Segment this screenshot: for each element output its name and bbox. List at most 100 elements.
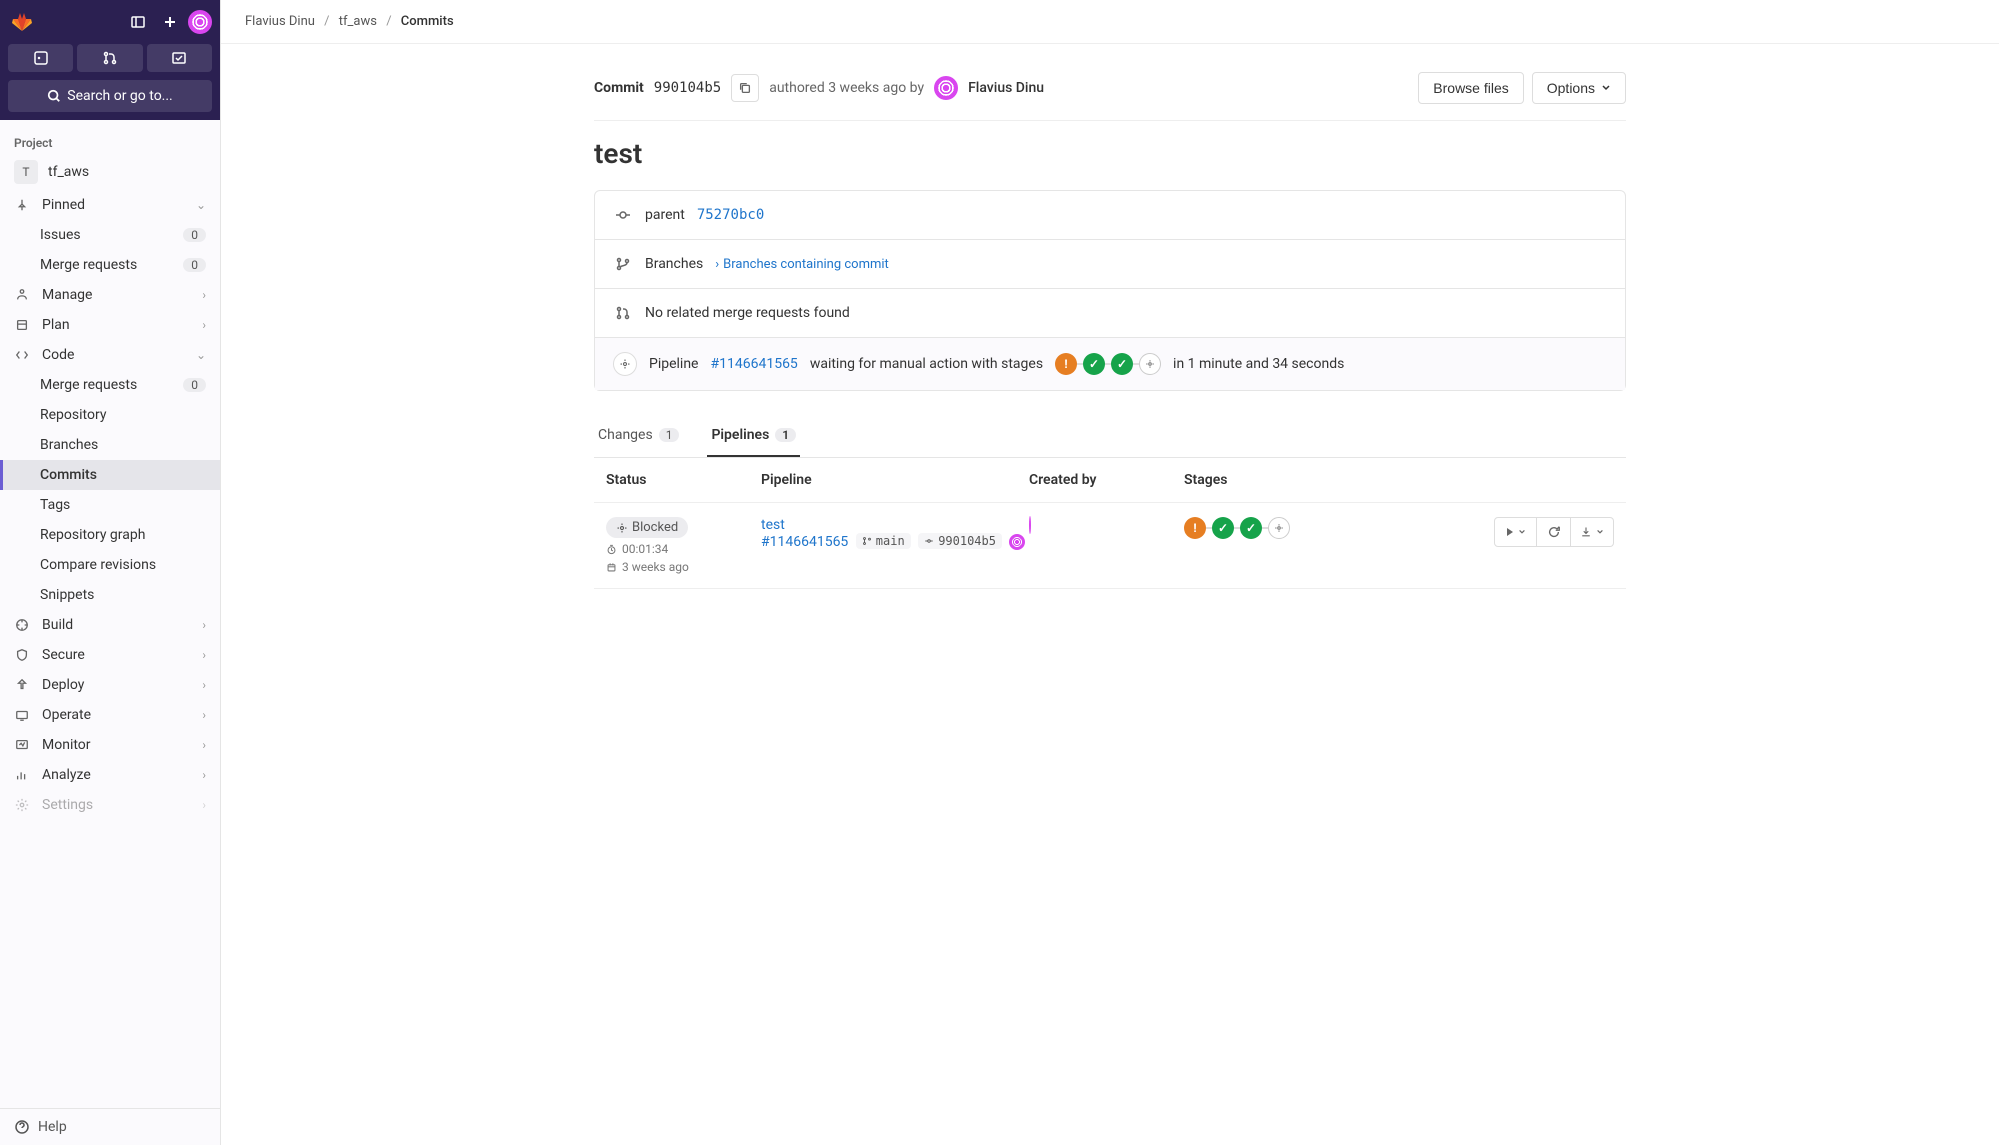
pipeline-id-link[interactable]: #1146641565 <box>761 534 848 550</box>
parent-row: parent 75270bc0 <box>595 191 1625 239</box>
tab-changes[interactable]: Changes1 <box>594 415 683 457</box>
build-icon <box>14 617 30 633</box>
plus-icon[interactable] <box>156 8 184 36</box>
merge-requests-shortcut[interactable] <box>77 44 142 72</box>
sidebar-item-branches[interactable]: Branches <box>0 430 220 460</box>
pin-icon <box>14 197 30 213</box>
sidebar-header: Search or go to... <box>0 0 220 120</box>
chevron-down-icon <box>1596 528 1604 536</box>
commit-title: test <box>594 137 1626 170</box>
commit-icon <box>613 205 633 225</box>
main-content: Flavius Dinu / tf_aws / Commits Commit 9… <box>221 0 1999 1145</box>
commit-icon <box>924 536 934 546</box>
sidebar-item-tags[interactable]: Tags <box>0 490 220 520</box>
stage-skipped[interactable] <box>1139 353 1161 375</box>
commit-author-avatar[interactable] <box>1009 534 1025 550</box>
issues-shortcut[interactable] <box>8 44 73 72</box>
chevron-right-icon: › <box>202 708 206 722</box>
retry-button[interactable] <box>1537 517 1570 547</box>
search-label: Search or go to... <box>67 88 173 104</box>
breadcrumbs: Flavius Dinu / tf_aws / Commits <box>221 0 1999 44</box>
author-name[interactable]: Flavius Dinu <box>968 80 1044 96</box>
age: 3 weeks ago <box>606 560 761 574</box>
branches-row: Branches ›Branches containing commit <box>595 239 1625 288</box>
table-row: Blocked 00:01:34 3 weeks ago test #11466… <box>594 502 1626 589</box>
plan-icon <box>14 317 30 333</box>
nav-analyze[interactable]: Analyze› <box>0 760 220 790</box>
copy-sha-button[interactable] <box>731 74 759 102</box>
project-avatar: T <box>14 160 38 184</box>
chevron-right-icon: › <box>202 678 206 692</box>
nav-operate[interactable]: Operate› <box>0 700 220 730</box>
nav-plan[interactable]: Plan› <box>0 310 220 340</box>
browse-files-button[interactable]: Browse files <box>1418 72 1523 104</box>
chevron-down-icon: ⌄ <box>196 348 206 362</box>
breadcrumb-current: Commits <box>401 14 454 29</box>
pipeline-duration: in 1 minute and 34 seconds <box>1173 356 1344 372</box>
stage-success[interactable]: ✓ <box>1212 517 1234 539</box>
duration: 00:01:34 <box>606 542 761 556</box>
shield-icon <box>14 647 30 663</box>
user-avatar[interactable] <box>188 10 212 34</box>
pipeline-title-link[interactable]: test <box>761 517 785 533</box>
stage-success[interactable]: ✓ <box>1240 517 1262 539</box>
sidebar-item-repo-graph[interactable]: Repository graph <box>0 520 220 550</box>
th-stages: Stages <box>1184 472 1494 488</box>
stage-success[interactable]: ✓ <box>1111 353 1133 375</box>
stage-warning[interactable]: ! <box>1184 517 1206 539</box>
help-link[interactable]: Help <box>0 1108 220 1145</box>
sidebar-item-merge-requests[interactable]: Merge requests0 <box>0 250 220 280</box>
download-button[interactable] <box>1571 517 1614 547</box>
stage-skipped[interactable] <box>1268 517 1290 539</box>
stage-warning[interactable]: ! <box>1055 353 1077 375</box>
sidebar-toggle-icon[interactable] <box>124 8 152 36</box>
nav-monitor[interactable]: Monitor› <box>0 730 220 760</box>
creator-avatar[interactable] <box>1029 516 1031 534</box>
operate-icon <box>14 707 30 723</box>
status-badge[interactable]: Blocked <box>606 517 688 538</box>
nav-manage[interactable]: Manage› <box>0 280 220 310</box>
commit-label: Commit <box>594 80 644 96</box>
chevron-right-icon: › <box>202 288 206 302</box>
tab-pipelines[interactable]: Pipelines1 <box>707 415 800 457</box>
project-item[interactable]: T tf_aws <box>0 154 220 190</box>
pipeline-label: Pipeline <box>649 356 699 372</box>
sidebar-item-repository[interactable]: Repository <box>0 400 220 430</box>
todos-shortcut[interactable] <box>147 44 212 72</box>
branches-containing-link[interactable]: ›Branches containing commit <box>715 257 889 272</box>
gitlab-logo[interactable] <box>8 8 36 36</box>
chevron-right-icon: › <box>202 768 206 782</box>
nav-settings[interactable]: Settings› <box>0 790 220 820</box>
search-button[interactable]: Search or go to... <box>8 80 212 112</box>
sidebar-item-issues[interactable]: Issues0 <box>0 220 220 250</box>
nav-build[interactable]: Build› <box>0 610 220 640</box>
breadcrumb-owner[interactable]: Flavius Dinu <box>245 14 315 29</box>
sidebar-item-code-mr[interactable]: Merge requests0 <box>0 370 220 400</box>
sidebar-item-commits[interactable]: Commits <box>0 460 220 490</box>
mr-row: No related merge requests found <box>595 288 1625 337</box>
nav-deploy[interactable]: Deploy› <box>0 670 220 700</box>
table-header: Status Pipeline Created by Stages <box>594 458 1626 502</box>
stage-success[interactable]: ✓ <box>1083 353 1105 375</box>
calendar-icon <box>606 562 617 573</box>
parent-sha-link[interactable]: 75270bc0 <box>697 207 764 223</box>
sha-badge[interactable]: 990104b5 <box>918 533 1002 549</box>
nav-pinned[interactable]: Pinned ⌄ <box>0 190 220 220</box>
author-avatar[interactable] <box>934 76 958 100</box>
nav-secure[interactable]: Secure› <box>0 640 220 670</box>
breadcrumb-project[interactable]: tf_aws <box>339 14 377 29</box>
sidebar-item-snippets[interactable]: Snippets <box>0 580 220 610</box>
branch-icon <box>862 536 872 546</box>
nav-code[interactable]: Code⌄ <box>0 340 220 370</box>
sidebar-item-compare[interactable]: Compare revisions <box>0 550 220 580</box>
parent-label: parent <box>645 207 685 223</box>
pipeline-link[interactable]: #1146641565 <box>711 356 798 372</box>
commit-info-box: parent 75270bc0 Branches ›Branches conta… <box>594 190 1626 391</box>
run-button[interactable] <box>1494 517 1537 547</box>
pipelines-table: Status Pipeline Created by Stages Blocke… <box>594 458 1626 589</box>
th-pipeline: Pipeline <box>761 472 1029 488</box>
th-created: Created by <box>1029 472 1184 488</box>
ref-badge[interactable]: main <box>856 533 911 549</box>
options-button[interactable]: Options <box>1532 72 1626 104</box>
search-icon <box>47 89 61 103</box>
